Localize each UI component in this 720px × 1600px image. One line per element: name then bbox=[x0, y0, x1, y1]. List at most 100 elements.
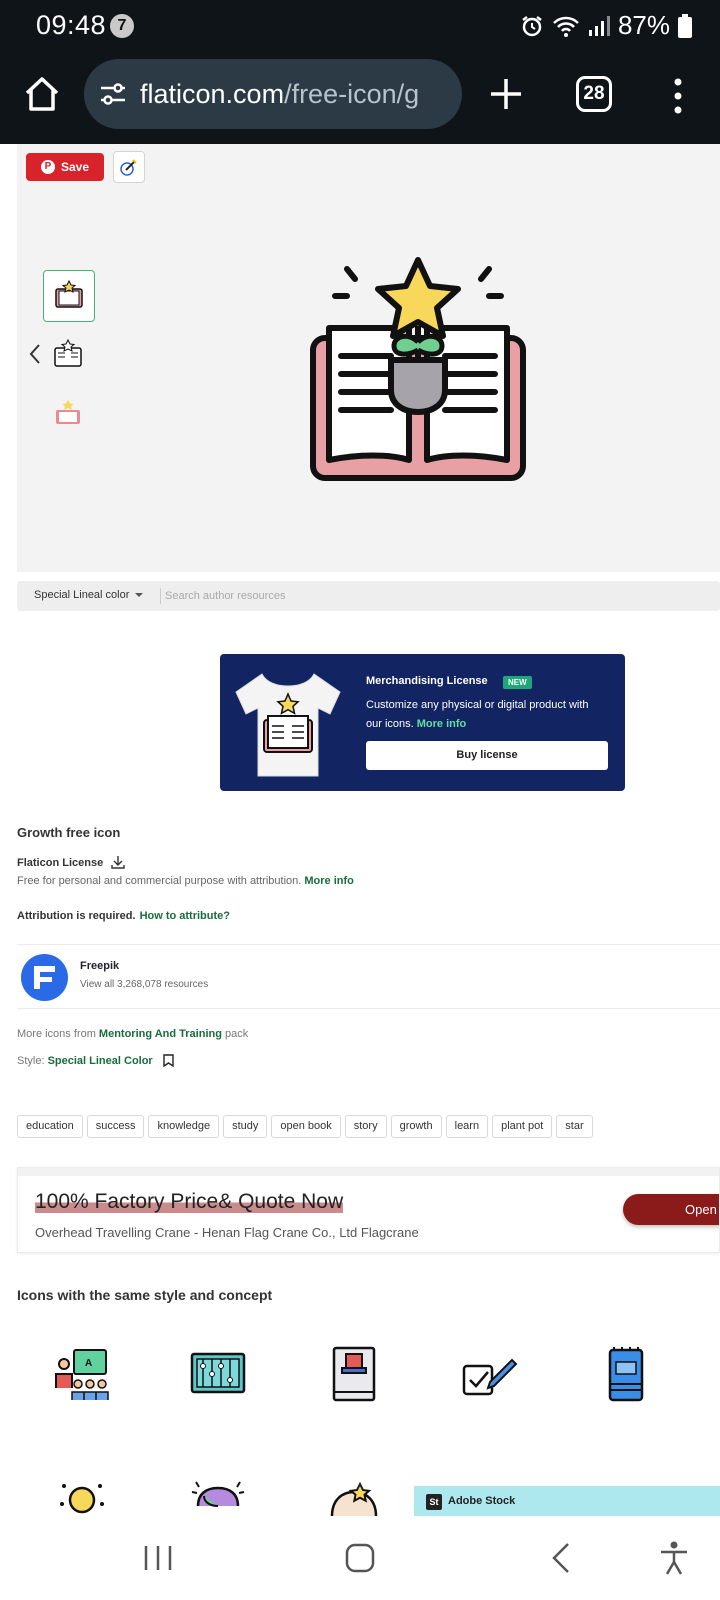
new-badge: NEW bbox=[503, 676, 532, 689]
notebook-icon bbox=[608, 1347, 644, 1402]
status-bar: 09:48 7 87% bbox=[0, 0, 720, 52]
tag-chip[interactable]: star bbox=[556, 1115, 593, 1138]
tag-list: education success knowledge study open b… bbox=[17, 1115, 593, 1138]
sponsored-ad[interactable]: 100% Factory Price& Quote Now Overhead T… bbox=[17, 1167, 720, 1253]
tag-chip[interactable]: knowledge bbox=[148, 1115, 220, 1138]
ad-open-button[interactable]: Open bbox=[623, 1194, 719, 1225]
edit-brush-icon bbox=[120, 159, 137, 176]
svg-text:A: A bbox=[85, 1358, 92, 1369]
merch-description-text: Customize any physical or digital produc… bbox=[366, 699, 589, 730]
icon-preview-panel: P Save bbox=[17, 144, 720, 572]
pack-prefix: More icons from bbox=[17, 1028, 96, 1040]
ad-headline-text: 100% Factory Price& Quote Now bbox=[35, 1190, 344, 1213]
book-star-flat-thumbnail-icon bbox=[56, 400, 80, 424]
how-to-attribute-link[interactable]: How to attribute? bbox=[140, 910, 230, 922]
tag-chip[interactable]: learn bbox=[445, 1115, 489, 1138]
merch-description: Customize any physical or digital produc… bbox=[366, 696, 606, 734]
merch-title: Merchandising License bbox=[366, 675, 488, 687]
more-menu-icon[interactable] bbox=[664, 76, 692, 116]
home-icon[interactable] bbox=[22, 74, 62, 114]
related-abacus-icon[interactable] bbox=[188, 1344, 248, 1404]
freepik-avatar[interactable] bbox=[21, 954, 68, 1001]
license-label: Flaticon License bbox=[17, 857, 104, 869]
pinterest-save-button[interactable]: P Save bbox=[26, 153, 104, 181]
tag-chip[interactable]: education bbox=[17, 1115, 83, 1138]
ad-headline[interactable]: 100% Factory Price& Quote Now bbox=[35, 1190, 344, 1214]
related-checklist-pen-icon[interactable] bbox=[460, 1344, 520, 1404]
checklist-pen-icon bbox=[462, 1358, 518, 1396]
author-search-input[interactable] bbox=[165, 586, 565, 606]
url-domain: flaticon.com bbox=[140, 78, 285, 109]
tag-chip[interactable]: study bbox=[223, 1115, 268, 1138]
related-notebook-icon[interactable] bbox=[596, 1344, 656, 1404]
license-description-text: Free for personal and commercial purpose… bbox=[17, 875, 302, 887]
status-icons: 87% bbox=[520, 10, 692, 41]
battery-icon bbox=[678, 13, 692, 38]
back-nav-icon[interactable] bbox=[544, 1540, 580, 1576]
accessibility-icon[interactable] bbox=[656, 1540, 692, 1576]
address-bar[interactable]: flaticon.com/free-icon/g bbox=[84, 59, 462, 129]
adobe-stock-banner[interactable]: St Adobe Stock bbox=[414, 1486, 720, 1518]
site-settings-icon[interactable] bbox=[98, 79, 128, 109]
buy-license-button[interactable]: Buy license bbox=[366, 741, 608, 770]
notification-count-badge: 7 bbox=[110, 14, 134, 38]
teacher-icon: A bbox=[55, 1349, 109, 1400]
home-nav-icon[interactable] bbox=[342, 1540, 378, 1576]
url-path: /free-icon/g bbox=[284, 78, 420, 109]
browser-toolbar: flaticon.com/free-icon/g 28 bbox=[0, 52, 720, 144]
related-book-hat-icon[interactable] bbox=[324, 1344, 384, 1404]
pinterest-icon: P bbox=[40, 160, 55, 174]
book-star-outline-thumbnail-icon bbox=[54, 338, 82, 367]
tag-chip[interactable]: growth bbox=[390, 1115, 442, 1138]
thumbnail-flat-variant[interactable] bbox=[43, 388, 95, 440]
recent-apps-icon[interactable] bbox=[140, 1540, 176, 1576]
merch-more-info-link[interactable]: More info bbox=[417, 718, 467, 730]
tag-chip[interactable]: story bbox=[344, 1115, 387, 1138]
tag-chip[interactable]: success bbox=[86, 1115, 145, 1138]
book-star-thumbnail-icon bbox=[55, 279, 83, 308]
growth-book-star-icon bbox=[310, 257, 526, 481]
wifi-icon bbox=[553, 16, 579, 37]
author-name[interactable]: Freepik bbox=[80, 960, 119, 972]
thumbnail-lineal-variant[interactable] bbox=[43, 330, 95, 382]
merchandising-license-banner: Merchandising License NEW Customize any … bbox=[220, 654, 625, 791]
style-prefix: Style: bbox=[17, 1055, 45, 1067]
related-icons-title: Icons with the same style and concept bbox=[17, 1287, 273, 1303]
adobe-stock-label: Adobe Stock bbox=[448, 1495, 516, 1507]
save-label: Save bbox=[60, 160, 90, 174]
system-nav-bar bbox=[0, 1516, 720, 1600]
author-resources-link[interactable]: View all 3,268,078 resources bbox=[80, 979, 208, 990]
style-dropdown[interactable]: Special Lineal color bbox=[34, 589, 144, 601]
pack-line: More icons from Mentoring And Training p… bbox=[17, 1028, 248, 1040]
alarm-icon bbox=[522, 15, 542, 36]
tab-switcher-button[interactable]: 28 bbox=[576, 76, 612, 112]
new-tab-icon[interactable] bbox=[486, 74, 526, 114]
ad-subline: Overhead Travelling Crane - Henan Flag C… bbox=[35, 1225, 419, 1240]
caret-down-icon bbox=[135, 593, 144, 598]
battery-percent: 87% bbox=[617, 10, 670, 40]
related-teacher-icon[interactable]: A bbox=[52, 1344, 112, 1404]
book-hat-icon bbox=[332, 1346, 376, 1402]
adobe-stock-logo-icon: St bbox=[426, 1494, 442, 1510]
style-dropdown-value: Special Lineal color bbox=[34, 589, 130, 601]
pack-suffix: pack bbox=[225, 1028, 249, 1040]
pack-link[interactable]: Mentoring And Training bbox=[99, 1028, 222, 1040]
divider bbox=[160, 588, 161, 604]
download-license-icon[interactable] bbox=[110, 855, 126, 869]
tag-chip[interactable]: plant pot bbox=[492, 1115, 553, 1138]
license-description: Free for personal and commercial purpose… bbox=[17, 875, 354, 887]
tshirt-mockup-image bbox=[235, 673, 341, 777]
edit-icon-button[interactable] bbox=[113, 151, 145, 183]
style-link[interactable]: Special Lineal Color bbox=[48, 1055, 153, 1067]
tag-chip[interactable]: open book bbox=[271, 1115, 341, 1138]
freepik-logo-icon bbox=[34, 966, 55, 989]
chevron-left-icon[interactable] bbox=[27, 342, 43, 366]
attribution-text: Attribution is required. bbox=[17, 910, 136, 922]
bookmark-icon[interactable] bbox=[163, 1054, 174, 1067]
style-line: Style: Special Lineal Color bbox=[17, 1055, 153, 1067]
ad-top-strip bbox=[18, 1168, 719, 1176]
license-more-info-link[interactable]: More info bbox=[304, 875, 354, 887]
thumbnail-color-variant[interactable] bbox=[43, 270, 95, 322]
divider bbox=[17, 944, 720, 945]
icon-title: Growth free icon bbox=[17, 825, 121, 840]
